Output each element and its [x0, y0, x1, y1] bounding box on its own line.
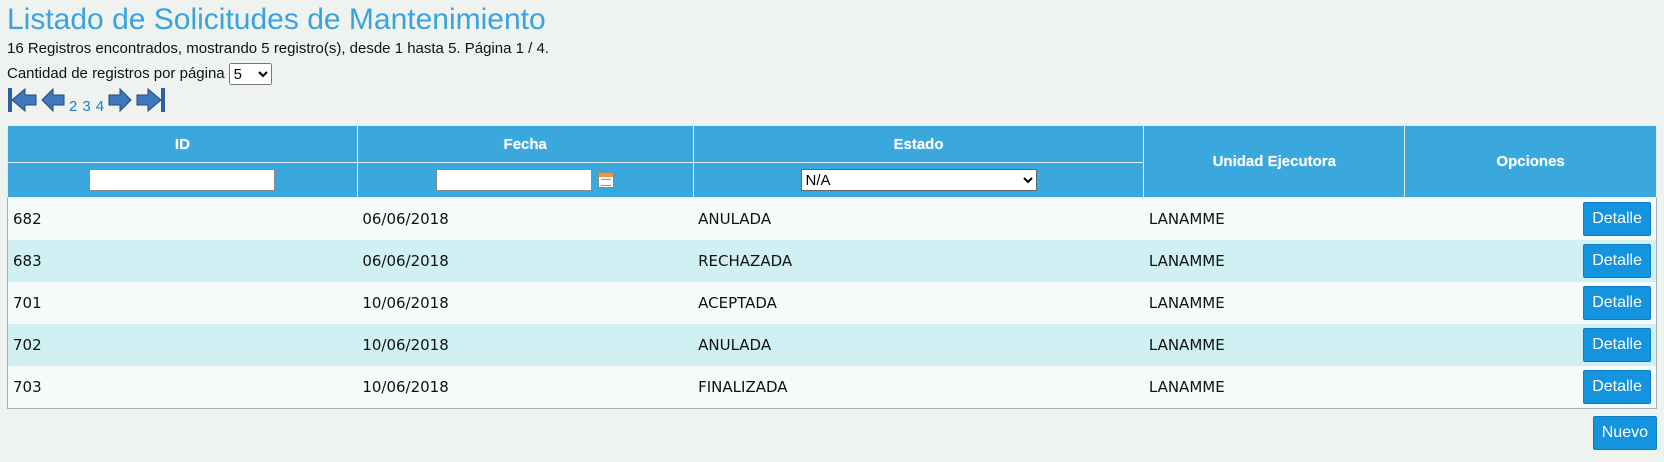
id-filter-input[interactable] [89, 169, 276, 191]
detail-button[interactable]: Detalle [1583, 328, 1651, 362]
cell-id: 702 [7, 324, 358, 366]
cell-opciones: Detalle [1404, 197, 1657, 240]
cell-opciones: Detalle [1404, 240, 1657, 282]
table-row: 703 10/06/2018 FINALIZADA LANAMME Detall… [7, 366, 1657, 409]
column-header-id[interactable]: ID [7, 125, 358, 163]
column-header-fecha[interactable]: Fecha [356, 125, 694, 163]
cell-unidad: LANAMME [1143, 366, 1405, 409]
per-page-label: Cantidad de registros por página [7, 65, 225, 82]
cell-fecha: 10/06/2018 [357, 282, 694, 324]
column-header-unidad[interactable]: Unidad Ejecutora [1143, 125, 1406, 198]
page-title: Listado de Solicitudes de Mantenimiento [7, 3, 546, 36]
filter-cell-estado: N/A [692, 162, 1145, 198]
table-row: 682 06/06/2018 ANULADA LANAMME Detalle [7, 197, 1657, 240]
table-row: 702 10/06/2018 ANULADA LANAMME Detalle [7, 324, 1657, 366]
estado-filter-select[interactable]: N/A [800, 169, 1037, 191]
cell-opciones: Detalle [1404, 366, 1657, 409]
filter-cell-fecha [356, 162, 694, 198]
cell-estado: ANULADA [693, 324, 1144, 366]
cell-estado: ACEPTADA [693, 282, 1144, 324]
page-link-4[interactable]: 4 [96, 98, 104, 115]
first-page-icon[interactable] [7, 87, 37, 118]
table-row: 701 10/06/2018 ACEPTADA LANAMME Detalle [7, 282, 1657, 324]
per-page-control: Cantidad de registros por página 5 [7, 63, 272, 85]
page-link-2[interactable]: 2 [69, 98, 77, 115]
new-button[interactable]: Nuevo [1592, 416, 1657, 450]
pagination: 2 3 4 [7, 87, 166, 118]
cell-fecha: 10/06/2018 [357, 324, 694, 366]
requests-table: ID Fecha Estado Unidad Ejecutora Opcione… [7, 125, 1657, 409]
cell-unidad: LANAMME [1143, 324, 1405, 366]
next-page-icon[interactable] [108, 87, 132, 118]
cell-fecha: 06/06/2018 [357, 240, 694, 282]
cell-fecha: 06/06/2018 [357, 197, 694, 240]
cell-unidad: LANAMME [1143, 282, 1405, 324]
page-links: 2 3 4 [69, 98, 104, 115]
prev-page-icon[interactable] [41, 87, 65, 118]
cell-opciones: Detalle [1404, 324, 1657, 366]
cell-estado: ANULADA [693, 197, 1144, 240]
results-summary: 16 Registros encontrados, mostrando 5 re… [7, 40, 549, 57]
per-page-select[interactable]: 5 [228, 63, 272, 85]
cell-estado: FINALIZADA [693, 366, 1144, 409]
last-page-icon[interactable] [136, 87, 166, 118]
page-link-3[interactable]: 3 [82, 98, 90, 115]
detail-button[interactable]: Detalle [1583, 370, 1651, 404]
detail-button[interactable]: Detalle [1583, 244, 1651, 278]
calendar-icon[interactable] [598, 172, 615, 188]
detail-button[interactable]: Detalle [1583, 286, 1651, 320]
fecha-filter-input[interactable] [436, 169, 593, 191]
detail-button[interactable]: Detalle [1583, 202, 1651, 236]
table-row: 683 06/06/2018 RECHAZADA LANAMME Detalle [7, 240, 1657, 282]
cell-estado: RECHAZADA [693, 240, 1144, 282]
cell-unidad: LANAMME [1143, 197, 1405, 240]
cell-id: 701 [7, 282, 358, 324]
cell-id: 682 [7, 197, 358, 240]
cell-id: 703 [7, 366, 358, 409]
cell-fecha: 10/06/2018 [357, 366, 694, 409]
cell-id: 683 [7, 240, 358, 282]
cell-unidad: LANAMME [1143, 240, 1405, 282]
column-header-estado[interactable]: Estado [692, 125, 1145, 163]
column-header-opciones: Opciones [1404, 125, 1657, 198]
cell-opciones: Detalle [1404, 282, 1657, 324]
filter-cell-id [7, 162, 358, 198]
